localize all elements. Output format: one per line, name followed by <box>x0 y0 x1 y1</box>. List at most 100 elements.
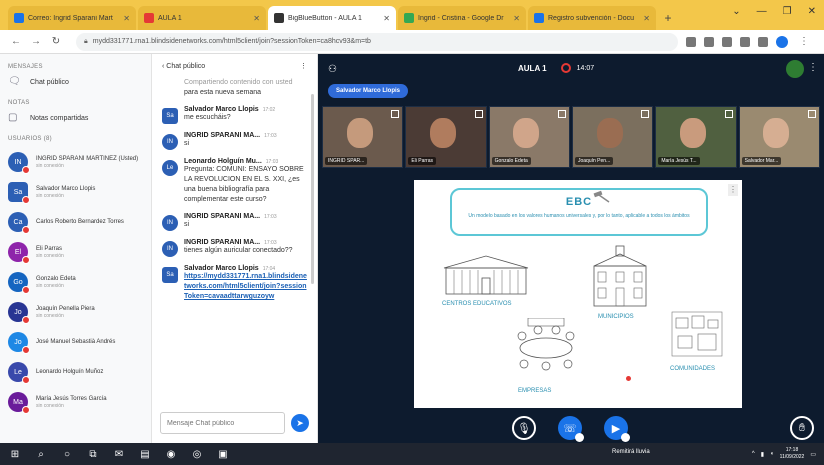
tab-close-icon[interactable]: ✕ <box>643 14 650 23</box>
chat-link[interactable]: https://mydd331771.rna1.blindsidenetwork… <box>184 272 307 302</box>
chrome-icon[interactable]: ◎ <box>190 447 204 461</box>
webcam-tile[interactable]: Salvador Mar... <box>738 106 820 168</box>
system-tray: ^ ▮ ◖ 17:18 11/09/2022 ▭ <box>752 447 816 461</box>
record-icon[interactable] <box>560 63 571 73</box>
window-control-icon[interactable]: ⌄ <box>732 6 740 17</box>
reload-icon[interactable]: ↻ <box>48 36 64 47</box>
webcam-tile[interactable]: Eli Parras <box>405 106 487 168</box>
user-list-item[interactable]: Ca Carlos Roberto Bernardez Torres <box>8 208 143 236</box>
webcam-tile[interactable]: INGRID SPAR... <box>322 106 404 168</box>
room-title: AULA 1 <box>518 63 547 73</box>
user-list-item[interactable]: Ma María Jesús Torres García sin conexión <box>8 388 143 416</box>
tab-close-icon[interactable]: ✕ <box>383 14 390 23</box>
tab-close-icon[interactable]: ✕ <box>513 14 520 23</box>
chat-avatar: IN <box>162 241 178 257</box>
forward-icon[interactable]: → <box>28 36 44 47</box>
chat-scrollbar[interactable] <box>311 94 314 284</box>
window-control-icon[interactable]: — <box>757 6 767 17</box>
browser-tab[interactable]: AULA 1 ✕ <box>138 6 266 30</box>
browser-tab[interactable]: Ingrid - Cristina - Google Dr ✕ <box>398 6 526 30</box>
chat-time: 17:02 <box>262 107 276 113</box>
webcam-tile[interactable]: María Jesús T... <box>655 106 737 168</box>
mail-icon[interactable]: ✉ <box>112 447 126 461</box>
fullscreen-icon[interactable] <box>391 110 400 118</box>
user-list-item[interactable]: IN INGRID SPARANI MARTINEZ (Usted) sin con… <box>8 148 143 176</box>
sidebar-icon[interactable] <box>758 36 768 47</box>
new-tab-button[interactable]: + <box>658 6 678 30</box>
fullscreen-icon[interactable] <box>474 110 483 118</box>
browser-tab[interactable]: Registro subvención - Docu ✕ <box>528 6 656 30</box>
volume-icon[interactable]: ◖ <box>770 451 774 457</box>
task-view-icon[interactable]: ⧉ <box>86 447 100 461</box>
muted-mic-icon <box>22 196 30 204</box>
user-list-item[interactable]: Jo José Manuel Sebastià Andrés <box>8 328 143 356</box>
user-list-item[interactable]: Sa Salvador Marco Llopis sin conexión <box>8 178 143 206</box>
chat-back-button[interactable]: ‹ Chat público <box>162 63 205 70</box>
chat-sender: INGRID SPARANI MA... 17:03 <box>184 213 277 220</box>
mute-button[interactable]: 🎙︎ <box>512 416 536 440</box>
public-chat-item[interactable]: 🗨︎ Chat público <box>8 76 143 88</box>
back-icon[interactable]: ← <box>8 36 24 47</box>
audio-options-indicator <box>575 433 584 442</box>
windows-start-icon[interactable]: ⊞ <box>8 447 22 461</box>
user-initials: Ma <box>13 398 23 406</box>
window-control-icon[interactable]: ✕ <box>808 6 816 17</box>
extension-icon[interactable] <box>722 36 732 47</box>
menu-dots-icon[interactable]: ⋮ <box>796 36 812 47</box>
search-icon[interactable]: ⌕ <box>34 447 48 461</box>
meeting-drawing <box>517 317 575 371</box>
chat-message: Sa Salvador Marco Llopis 17:04 https://mydd… <box>162 265 307 302</box>
fullscreen-icon[interactable] <box>807 110 816 118</box>
network-icon[interactable]: ▮ <box>761 451 764 458</box>
puzzle-icon[interactable] <box>740 36 750 47</box>
slide-options-icon[interactable]: ⋮ <box>728 184 738 196</box>
notifications-icon[interactable]: ▭ <box>810 451 816 458</box>
muted-mic-icon <box>22 226 30 234</box>
user-avatar: Ca <box>8 212 30 234</box>
edge-icon[interactable]: ◉ <box>164 447 178 461</box>
window-control-icon[interactable]: ❐ <box>783 6 792 17</box>
chat-message-text: Pregunta: COMUNI: ENSAYO SOBRE LA REVOLU… <box>184 166 304 203</box>
user-initials: Le <box>14 368 22 376</box>
tab-close-icon[interactable]: ✕ <box>123 14 130 23</box>
app-icon[interactable]: ▣ <box>216 447 230 461</box>
cortana-icon[interactable]: ○ <box>60 447 74 461</box>
connection-status-icon[interactable] <box>786 60 804 78</box>
fullscreen-icon[interactable] <box>557 110 566 118</box>
audio-button[interactable]: ☏ <box>558 416 584 442</box>
browser-tab[interactable]: BigBlueButton - AULA 1 ✕ <box>268 6 396 30</box>
extension-icon[interactable] <box>704 36 714 47</box>
toggle-userlist-icon[interactable]: ⚇ <box>328 64 337 75</box>
user-list-item[interactable]: El Eli Parras sin conexión <box>8 238 143 266</box>
user-info: Leonardo Holguín Muñoz <box>36 368 103 376</box>
user-initials: Jo <box>14 308 22 316</box>
user-list-item[interactable]: Go Gonzalo Edeta sin conexión <box>8 268 143 296</box>
webcam-label: Gonzalo Edeta <box>491 157 531 165</box>
webcam-tile[interactable]: Gonzalo Edeta <box>488 106 570 168</box>
user-list-item[interactable]: Jo Joaquín Penella Piera sin conexión <box>8 298 143 326</box>
profile-avatar[interactable] <box>776 35 788 48</box>
options-menu-icon[interactable]: ⋮ <box>808 62 818 73</box>
weather-text[interactable]: Remitirá lluvia <box>612 449 650 455</box>
raise-hand-button[interactable]: ✋︎ <box>790 416 814 440</box>
extension-icon[interactable] <box>686 36 696 47</box>
chat-avatar: IN <box>162 134 178 150</box>
shared-notes-item[interactable]: ▢ Notas compartidas <box>8 112 143 124</box>
send-button[interactable]: ➤ <box>291 414 309 432</box>
user-list-item[interactable]: Le Leonardo Holguín Muñoz <box>8 358 143 386</box>
fullscreen-icon[interactable] <box>641 110 650 118</box>
clock[interactable]: 17:18 11/09/2022 <box>780 447 805 461</box>
chat-sender-name: INGRID SPARANI MA... <box>184 213 261 220</box>
webcam-tile[interactable]: Joaquín Pen... <box>571 106 654 168</box>
url-field[interactable]: 🔒︎ mydd331771.rna1.blindsidenetworks.com… <box>76 32 678 51</box>
tray-chevron-icon[interactable]: ^ <box>752 451 755 457</box>
webcam-button[interactable]: ▶ <box>604 416 630 442</box>
chat-header: ‹ Chat público ⋮ <box>152 54 317 78</box>
chat-message-input[interactable] <box>160 412 285 434</box>
chat-options-icon[interactable]: ⋮ <box>300 62 307 70</box>
tab-close-icon[interactable]: ✕ <box>253 14 260 23</box>
file-explorer-icon[interactable]: ▤ <box>138 447 152 461</box>
browser-tab[interactable]: Correo: Ingrid Sparani Mart ✕ <box>8 6 136 30</box>
fullscreen-icon[interactable] <box>724 110 733 118</box>
user-status: sin conexión <box>36 253 64 259</box>
